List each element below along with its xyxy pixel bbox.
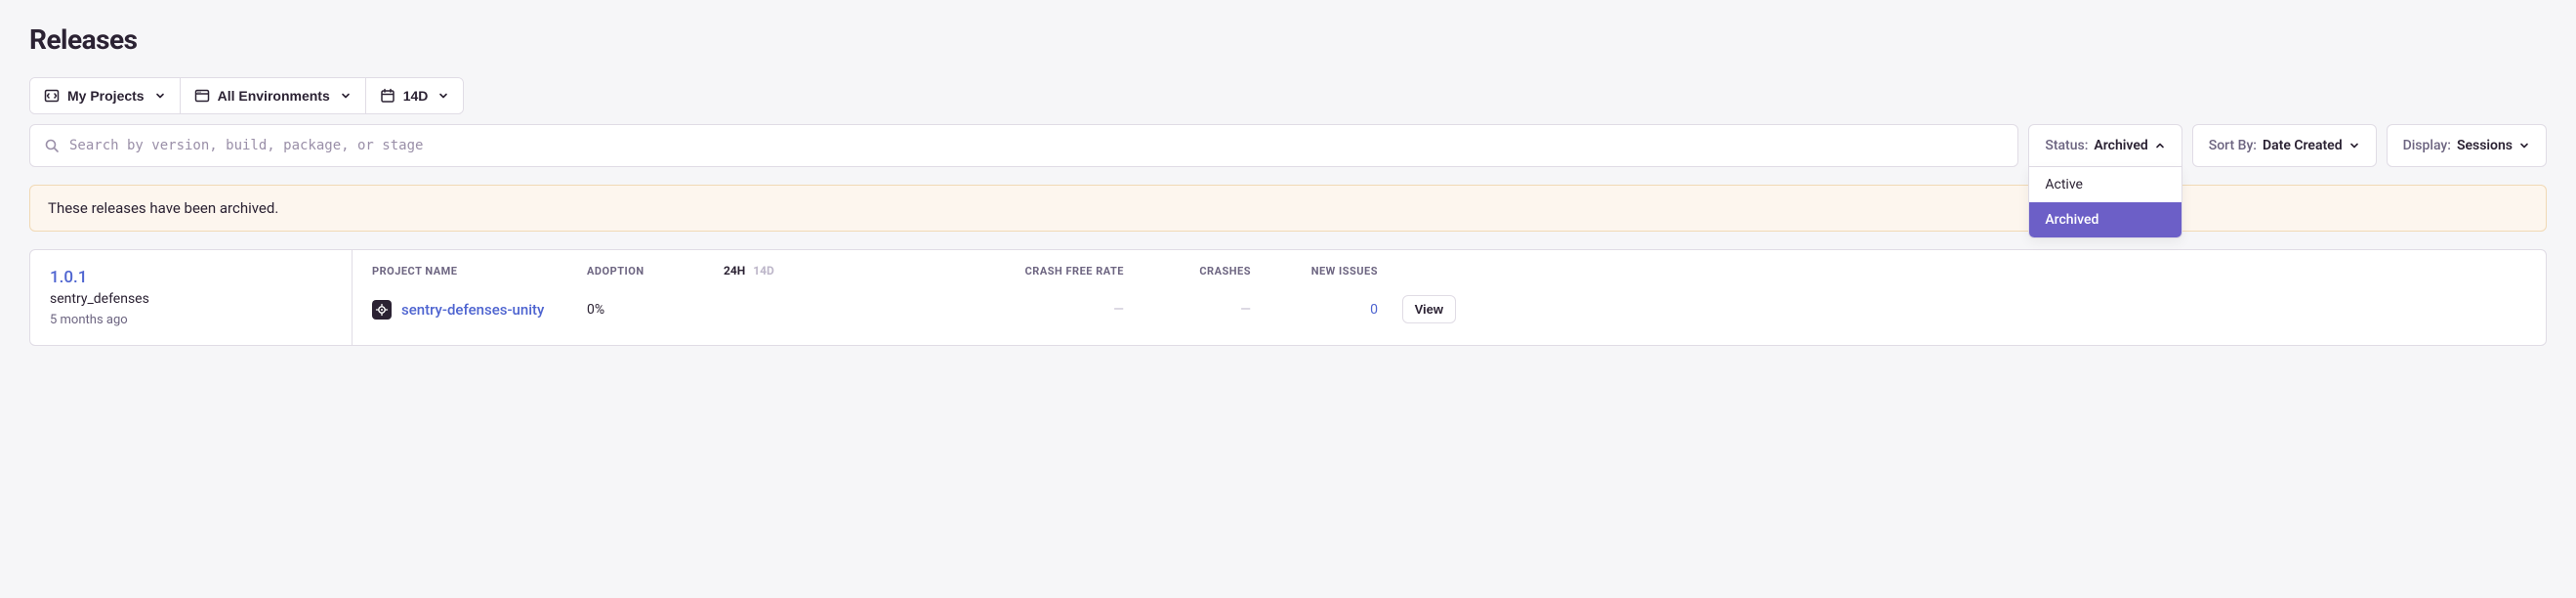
chevron-down-icon	[437, 90, 449, 102]
project-avatar-icon	[372, 300, 392, 320]
release-summary: 1.0.1 sentry_defenses 5 months ago	[30, 250, 353, 345]
window-icon	[194, 88, 210, 104]
search-icon	[44, 138, 60, 153]
th-new-issues: NEW ISSUES	[1251, 265, 1378, 278]
display-dropdown: Display: Sessions	[2387, 124, 2547, 167]
filter-group: My Projects All Environments 14D	[29, 77, 464, 114]
sort-dropdown: Sort By: Date Created	[2192, 124, 2377, 167]
status-button[interactable]: Status: Archived	[2028, 124, 2181, 167]
status-option-archived[interactable]: Archived	[2029, 202, 2181, 237]
period-filter-label: 14D	[403, 88, 429, 104]
search-row: Status: Archived Active Archived Sort By…	[29, 124, 2547, 167]
chevron-down-icon	[154, 90, 166, 102]
period-14d[interactable]: 14D	[753, 264, 774, 278]
projects-filter-label: My Projects	[67, 88, 145, 104]
period-toggle: 24H 14D	[724, 264, 948, 278]
sort-value: Date Created	[2263, 138, 2343, 153]
page-title: Releases	[29, 23, 2547, 56]
filter-bar: My Projects All Environments 14D	[29, 77, 2547, 114]
project-name-link[interactable]: sentry-defenses-unity	[401, 301, 544, 319]
project-icon	[44, 88, 60, 104]
status-menu: Active Archived	[2028, 167, 2181, 238]
crashes-value: —	[1124, 302, 1251, 318]
chevron-up-icon	[2154, 140, 2166, 151]
sort-button[interactable]: Sort By: Date Created	[2192, 124, 2377, 167]
th-crash-free: CRASH FREE RATE	[948, 265, 1124, 278]
environments-filter-label: All Environments	[218, 88, 330, 104]
th-crashes: CRASHES	[1124, 265, 1251, 278]
table-header: PROJECT NAME ADOPTION 24H 14D CRASH FREE…	[353, 250, 2546, 287]
release-panel: 1.0.1 sentry_defenses 5 months ago PROJE…	[29, 249, 2547, 346]
new-issues-value[interactable]: 0	[1251, 302, 1378, 318]
th-project-name: PROJECT NAME	[372, 265, 587, 278]
status-dropdown: Status: Archived Active Archived	[2028, 124, 2181, 167]
display-label: Display:	[2403, 138, 2451, 153]
th-adoption: ADOPTION	[587, 265, 724, 278]
status-value: Archived	[2094, 138, 2147, 153]
sort-label: Sort By:	[2209, 138, 2257, 153]
release-age: 5 months ago	[50, 313, 332, 327]
status-option-active[interactable]: Active	[2029, 167, 2181, 202]
status-label: Status:	[2045, 138, 2088, 153]
display-value: Sessions	[2457, 138, 2513, 153]
project-cell: sentry-defenses-unity	[372, 300, 587, 320]
release-version[interactable]: 1.0.1	[50, 268, 332, 287]
calendar-icon	[380, 88, 395, 104]
period-filter[interactable]: 14D	[366, 78, 464, 113]
chevron-down-icon	[2348, 140, 2360, 151]
table-row: sentry-defenses-unity 0% — — 0 View	[353, 287, 2546, 323]
release-table: PROJECT NAME ADOPTION 24H 14D CRASH FREE…	[353, 250, 2546, 345]
chevron-down-icon	[2518, 140, 2530, 151]
release-project-tag: sentry_defenses	[50, 291, 332, 307]
period-24h[interactable]: 24H	[724, 264, 745, 278]
search-box[interactable]	[29, 124, 2018, 167]
crash-free-value: —	[948, 302, 1124, 318]
adoption-value: 0%	[587, 302, 724, 318]
projects-filter[interactable]: My Projects	[30, 78, 181, 113]
environments-filter[interactable]: All Environments	[181, 78, 366, 113]
display-button[interactable]: Display: Sessions	[2387, 124, 2547, 167]
view-button[interactable]: View	[1402, 295, 1456, 323]
search-input[interactable]	[69, 138, 2004, 153]
chevron-down-icon	[340, 90, 352, 102]
